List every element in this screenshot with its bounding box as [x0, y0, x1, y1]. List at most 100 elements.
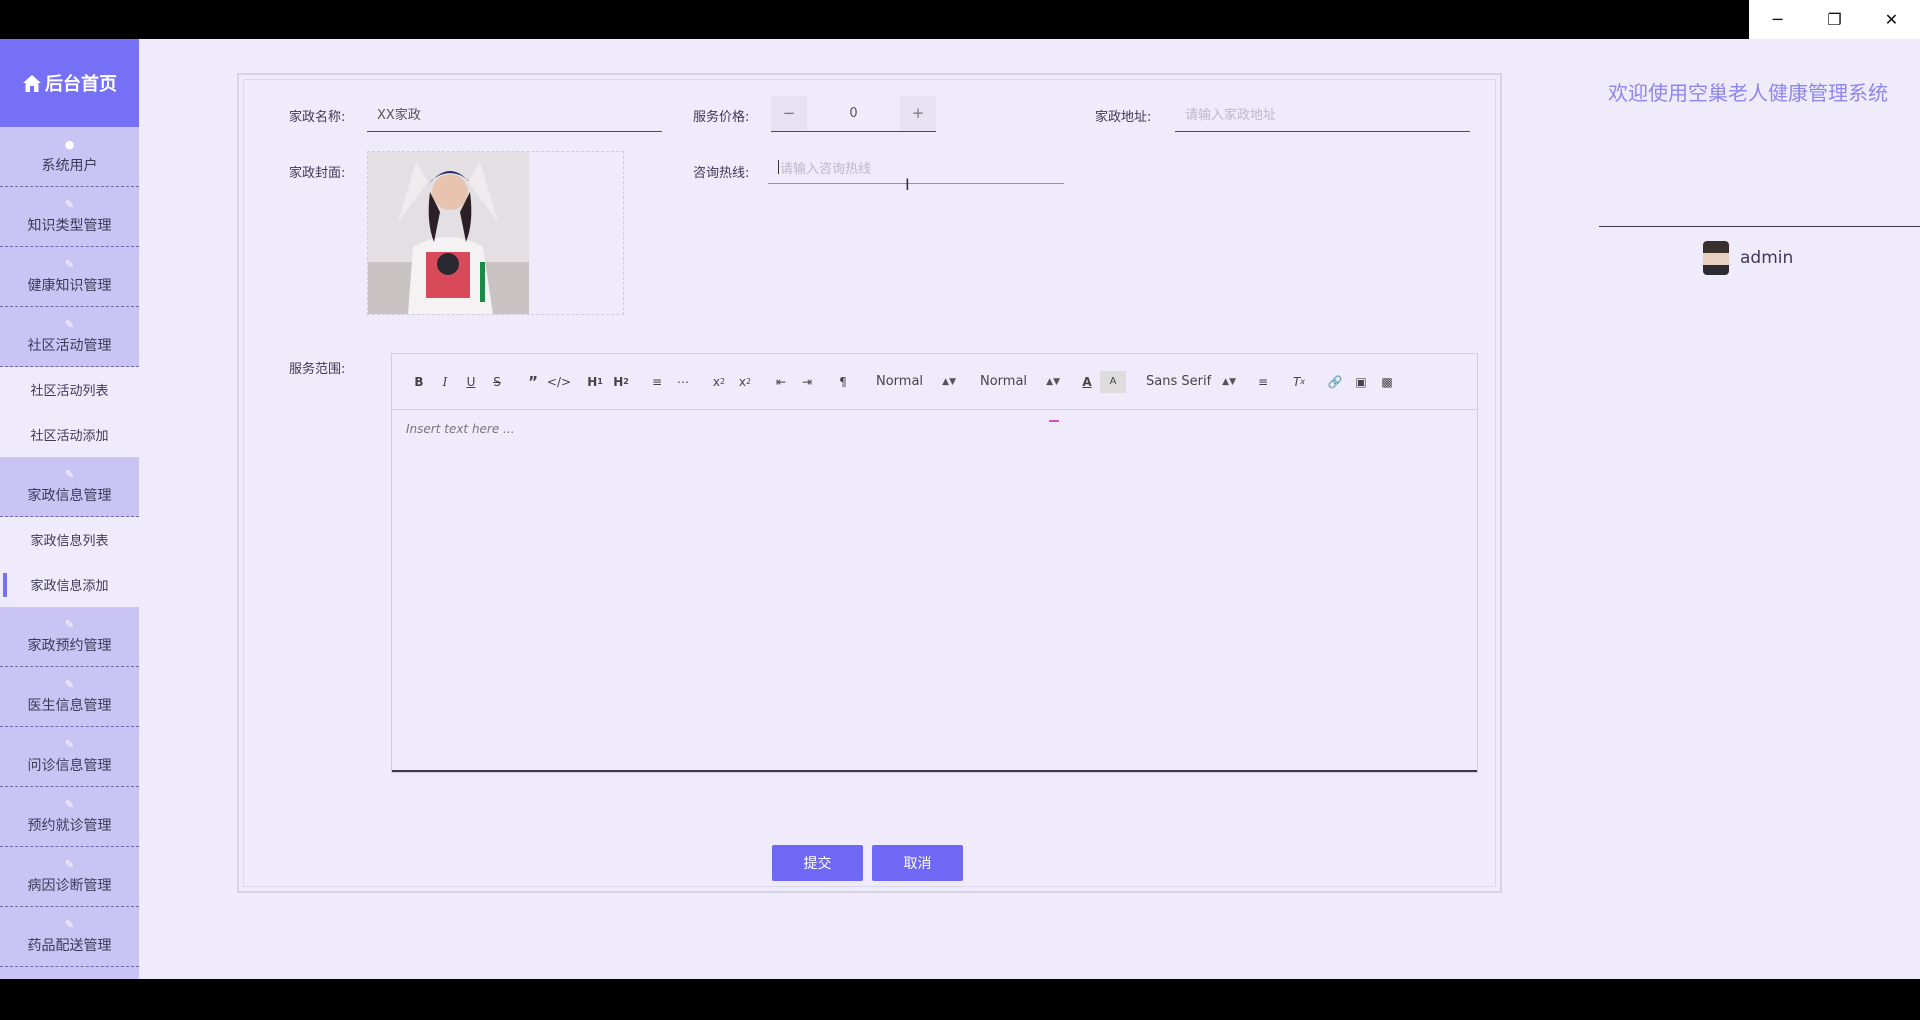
sidebar-item-doctor-info[interactable]: ✎ 医生信息管理: [0, 667, 139, 727]
editor-marker: [1049, 420, 1059, 422]
sidebar-item-label: 家政预约管理: [27, 638, 112, 654]
header-select[interactable]: Normal ▲▼: [872, 374, 960, 389]
window-controls: ─ ❐ ✕: [1749, 0, 1920, 39]
welcome-title: 欢迎使用空巢老人健康管理系统: [1608, 81, 1888, 105]
right-panel: 欢迎使用空巢老人健康管理系统 admin: [1599, 39, 1920, 979]
sidebar-item-consultation-info[interactable]: ✎ 问诊信息管理: [0, 727, 139, 787]
header-2-icon[interactable]: H2: [608, 371, 634, 393]
scope-label: 服务范围:: [289, 362, 346, 377]
image-icon[interactable]: ▣: [1348, 371, 1374, 393]
subscript-icon[interactable]: x2: [706, 371, 732, 393]
header-1-icon[interactable]: H1: [582, 371, 608, 393]
sidebar-item-label: 家政信息管理: [27, 488, 112, 504]
sidebar-item-housekeeping-booking[interactable]: ✎ 家政预约管理: [0, 607, 139, 667]
home-icon: [23, 74, 41, 92]
name-value: XX家政: [377, 107, 421, 123]
bold-icon[interactable]: B: [406, 371, 432, 393]
address-placeholder: 请输入家政地址: [1185, 107, 1277, 123]
indent-icon[interactable]: ⇥: [794, 371, 820, 393]
edit-square-icon: ✎: [64, 678, 75, 691]
font-select[interactable]: Sans Serif ▲▼: [1142, 374, 1240, 389]
minimize-button[interactable]: ─: [1749, 0, 1806, 39]
title-bar: ─ ❐ ✕: [0, 0, 1920, 39]
italic-icon[interactable]: I: [432, 371, 458, 393]
cover-upload[interactable]: [367, 151, 624, 315]
size-select[interactable]: Normal ▲▼: [976, 374, 1064, 389]
price-stepper: − 0 +: [771, 95, 936, 132]
sidebar-item-label: 预约就诊管理: [27, 818, 112, 834]
sidebar-item-diagnosis[interactable]: ✎ 病因诊断管理: [0, 847, 139, 907]
address-input[interactable]: 请输入家政地址: [1175, 95, 1470, 132]
text-cursor-icon: I: [905, 175, 910, 194]
editor-toolbar: B I U S ” </> H1 H2 ≡ ⋯ x2 x2 ⇤ ⇥ ¶ Norm…: [392, 354, 1477, 410]
sidebar-subitem-activity-list[interactable]: 社区活动列表: [0, 367, 139, 412]
edit-square-icon: ✎: [64, 858, 75, 871]
link-icon[interactable]: 🔗: [1322, 371, 1348, 393]
blockquote-icon[interactable]: ”: [520, 371, 546, 393]
edit-square-icon: ✎: [64, 798, 75, 811]
outdent-icon[interactable]: ⇤: [768, 371, 794, 393]
clear-format-icon[interactable]: Tx: [1286, 371, 1312, 393]
minus-icon: −: [782, 104, 796, 122]
select-arrows-icon: ▲▼: [1046, 376, 1060, 387]
edit-square-icon: ✎: [64, 738, 75, 751]
font-select-value: Sans Serif: [1146, 374, 1212, 389]
bullet-list-icon[interactable]: ⋯: [670, 371, 696, 393]
edit-square-icon: ✎: [64, 618, 75, 631]
sidebar-subitem-housekeeping-add[interactable]: 家政信息添加: [0, 562, 139, 607]
edit-square-icon: ✎: [64, 918, 75, 931]
underline-icon[interactable]: U: [458, 371, 484, 393]
hotline-input[interactable]: 请输入咨询热线: [768, 151, 1064, 184]
sidebar-item-housekeeping-info[interactable]: ✎ 家政信息管理: [0, 457, 139, 517]
cancel-button[interactable]: 取消: [872, 845, 963, 881]
background-color-icon[interactable]: A: [1100, 370, 1126, 393]
sidebar-item-label: 病因诊断管理: [27, 878, 112, 894]
sidebar-item-health-knowledge[interactable]: ✎ 健康知识管理: [0, 247, 139, 307]
hotline-placeholder: 请输入咨询热线: [780, 161, 872, 177]
font-color-icon[interactable]: A: [1074, 371, 1100, 393]
sidebar-item-label: 社区活动管理: [27, 338, 112, 354]
ordered-list-icon[interactable]: ≡: [644, 371, 670, 393]
close-button[interactable]: ✕: [1863, 0, 1920, 39]
close-icon: ✕: [1884, 10, 1899, 29]
price-decrement-button[interactable]: −: [771, 95, 807, 131]
price-label: 服务价格:: [693, 110, 750, 125]
username: admin: [1740, 248, 1794, 268]
bottom-bar: [0, 979, 1920, 1020]
home-label: 后台首页: [45, 74, 117, 95]
user-info[interactable]: admin: [1703, 241, 1793, 275]
sidebar-item-system-users[interactable]: ● 系统用户: [0, 127, 139, 187]
code-block-icon[interactable]: </>: [546, 371, 572, 393]
sidebar-item-label: 知识类型管理: [27, 218, 112, 234]
minimize-icon: ─: [1772, 10, 1783, 29]
sidebar-subitem-label: 社区活动添加: [30, 429, 109, 444]
sidebar-item-medicine-delivery[interactable]: ✎ 药品配送管理: [0, 907, 139, 967]
cover-label: 家政封面:: [289, 166, 346, 181]
superscript-icon[interactable]: x2: [732, 371, 758, 393]
sidebar-item-community-activity[interactable]: ✎ 社区活动管理: [0, 307, 139, 367]
restore-button[interactable]: ❐: [1806, 0, 1863, 39]
price-value[interactable]: 0: [807, 106, 900, 121]
select-arrows-icon: ▲▼: [1222, 376, 1236, 387]
avatar: [1703, 241, 1729, 275]
cover-photo-icon: [368, 152, 529, 314]
price-increment-button[interactable]: +: [900, 95, 936, 131]
home-link[interactable]: 后台首页: [0, 39, 139, 127]
video-icon[interactable]: ▩: [1374, 371, 1400, 393]
align-icon[interactable]: ≡: [1250, 371, 1276, 393]
sidebar-subitem-housekeeping-list[interactable]: 家政信息列表: [0, 517, 139, 562]
rich-text-editor: B I U S ” </> H1 H2 ≡ ⋯ x2 x2 ⇤ ⇥ ¶ Norm…: [391, 353, 1478, 773]
sidebar-subitem-activity-add[interactable]: 社区活动添加: [0, 412, 139, 457]
name-label: 家政名称:: [289, 110, 346, 125]
sidebar-subitem-label: 社区活动列表: [30, 384, 109, 399]
submit-button[interactable]: 提交: [772, 845, 863, 881]
text-caret: [778, 160, 779, 174]
editor-content[interactable]: Insert text here ...: [392, 410, 1477, 772]
sidebar-item-appointment[interactable]: ✎ 预约就诊管理: [0, 787, 139, 847]
header-select-value: Normal: [876, 374, 924, 389]
name-input[interactable]: XX家政: [367, 95, 662, 132]
editor-placeholder: Insert text here ...: [406, 422, 515, 436]
text-direction-icon[interactable]: ¶: [830, 371, 856, 393]
strikethrough-icon[interactable]: S: [484, 371, 510, 393]
sidebar-item-knowledge-type[interactable]: ✎ 知识类型管理: [0, 187, 139, 247]
